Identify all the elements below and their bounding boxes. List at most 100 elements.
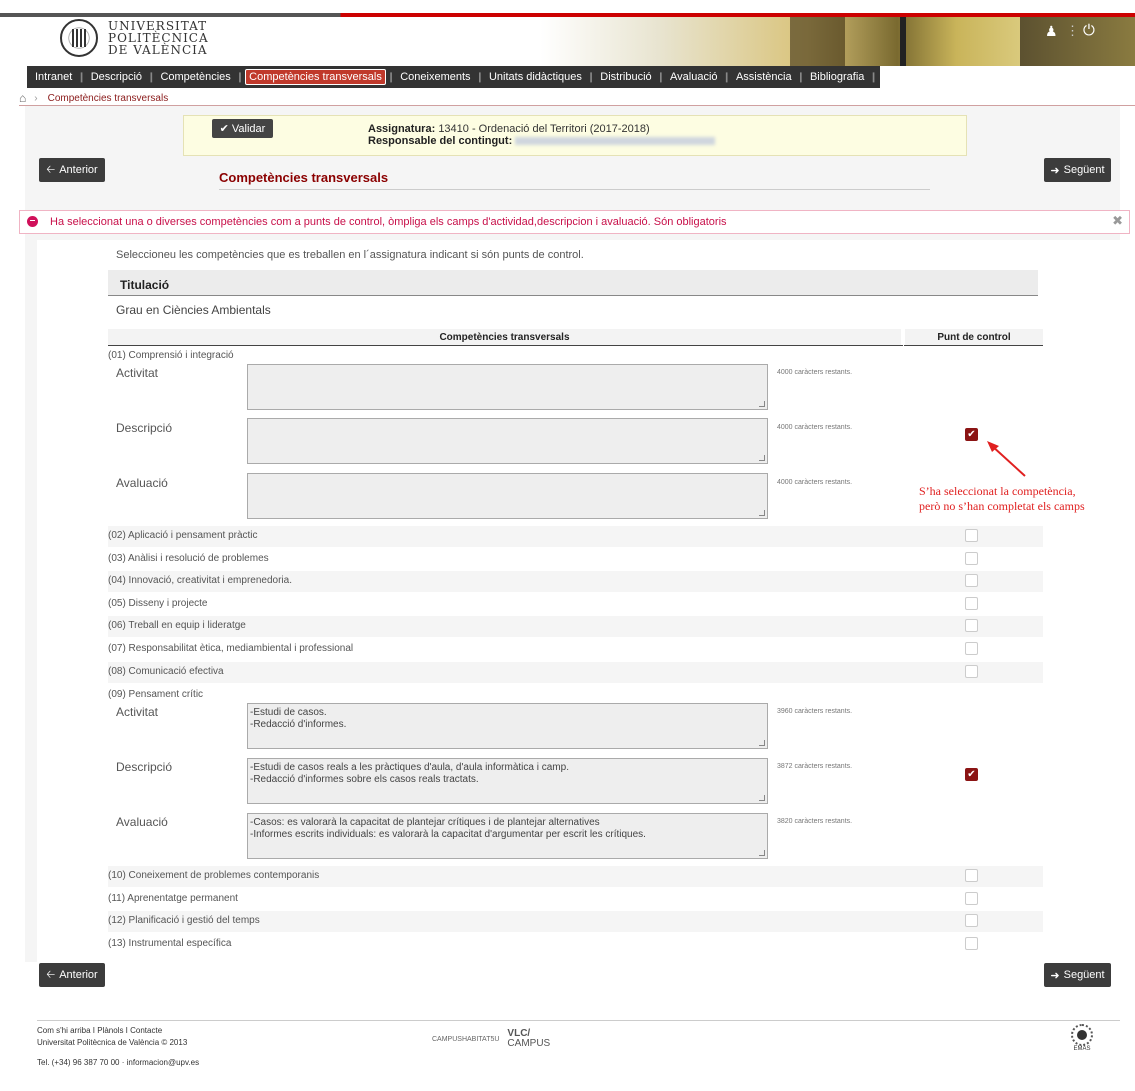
close-icon[interactable]: ✖ <box>1112 213 1123 229</box>
competence-row: (03) Anàlisi i resolució de problemes <box>108 549 1043 570</box>
column-header-competencies: Competències transversals <box>439 332 570 343</box>
breadcrumb-current[interactable]: Competències transversals <box>48 93 169 104</box>
menu-separator: ❙ <box>656 71 666 83</box>
menu-item-assist-ncia[interactable]: Assistència <box>732 71 796 83</box>
comp09-evaluation-remaining: 3820 caràcters restants. <box>777 818 853 825</box>
footer-divider <box>37 1020 1120 1021</box>
control-checkbox[interactable] <box>965 551 978 565</box>
validate-button[interactable]: ✔ Validar <box>212 119 273 138</box>
section-title: Competències transversals <box>219 170 389 185</box>
competence-row: (11) Aprenentatge permanent <box>108 889 1043 910</box>
menu-separator: ❙ <box>869 71 878 83</box>
menu-item-compet-ncies[interactable]: Competències <box>156 71 234 83</box>
activity-label: Activitat <box>116 705 159 719</box>
validation-alert: – Ha seleccionat una o diverses competèn… <box>19 210 1130 234</box>
menu-separator: ❙ <box>722 71 731 83</box>
previous-button-bottom[interactable]: 🡠 Anterior <box>39 963 105 987</box>
menu-separator: ❙ <box>147 71 156 83</box>
control-checkbox[interactable] <box>965 664 978 678</box>
menu-separator: ❙ <box>77 71 86 83</box>
column-header-control: Punt de control <box>937 332 1011 343</box>
footer-contact: Tel. (+34) 96 387 70 00 · informacion@up… <box>37 1058 200 1067</box>
footer-partners: CAMPUSHABITAT5U VLC/CAMPUS <box>432 1029 550 1049</box>
comp01-activity-textarea[interactable] <box>247 364 768 410</box>
control-checkbox[interactable] <box>965 891 978 905</box>
control-checkbox[interactable] <box>965 574 978 588</box>
menu-item-descripci-[interactable]: Descripció <box>87 71 146 83</box>
table-header: Competències transversals Punt de contro… <box>108 329 1043 346</box>
menu-separator: ❙ <box>475 71 484 83</box>
control-checkbox[interactable] <box>965 869 978 882</box>
competence-label: (13) Instrumental específica <box>108 937 232 949</box>
menu-separator: ❙ <box>796 71 805 83</box>
competence-01-label: (01) Comprensió i integració <box>108 350 234 361</box>
menu-item-coneixements[interactable]: Coneixements <box>396 71 474 83</box>
menu-item-avaluaci-[interactable]: Avaluació <box>666 71 722 83</box>
annotation-note: S’ha seleccionat la competència, però no… <box>919 484 1085 513</box>
competence-label: (10) Coneixement de problemes contempora… <box>108 870 320 881</box>
competence-row: (02) Aplicació i pensament pràctic <box>108 526 1043 547</box>
control-checkbox[interactable] <box>965 936 978 950</box>
subject-info: Assignatura: 13410 - Ordenació del Terri… <box>368 123 716 147</box>
control-checkbox[interactable] <box>965 642 978 655</box>
vlc-campus-logo[interactable]: VLC/CAMPUS <box>507 1029 550 1049</box>
next-button-bottom[interactable]: ➜ Següent <box>1044 963 1111 987</box>
menu-item-unitats-did-ctiques[interactable]: Unitats didàctiques <box>485 71 586 83</box>
menu-separator: ❙ <box>386 71 396 83</box>
arrow-right-icon: ➜ <box>1050 969 1060 982</box>
header: UNIVERSITAT POLITÈCNICA DE VALÈNCIA ♟ ⋮ … <box>0 0 1135 66</box>
university-name: UNIVERSITAT POLITÈCNICA DE VALÈNCIA <box>108 19 209 57</box>
competence-row: (10) Coneixement de problemes contempora… <box>108 866 1043 887</box>
comp01-activity-remaining: 4000 caràcters restants. <box>777 369 853 376</box>
menu-item-resum[interactable]: Resum <box>879 71 922 83</box>
menu-item-bibliografia[interactable]: Bibliografia <box>806 71 868 83</box>
menu-item-intranet[interactable]: Intranet <box>31 71 76 83</box>
comp01-control-checkbox[interactable]: ✔ <box>965 428 978 441</box>
home-icon[interactable]: ⌂ <box>19 91 26 105</box>
menu-separator: ❙ <box>586 71 596 83</box>
control-checkbox[interactable] <box>965 529 978 542</box>
user-icon[interactable]: ♟ <box>1045 23 1058 40</box>
subject-value: 13410 - Ordenació del Territori (2017-20… <box>438 123 650 135</box>
competence-label: (12) Planificació i gestió del temps <box>108 915 260 927</box>
footer-copyright: Universitat Politècnica de València © 20… <box>37 1038 188 1047</box>
competence-09-label: (09) Pensament crític <box>108 689 204 700</box>
competence-label: (08) Comunicació efectiva <box>108 665 224 677</box>
competence-row: (13) Instrumental específica <box>108 934 1043 955</box>
menu-item-compet-ncies-transversals[interactable]: Competències transversals <box>245 69 386 85</box>
control-checkbox[interactable] <box>965 914 978 928</box>
comp09-evaluation-textarea[interactable]: -Casos: es valorarà la capacitat de plan… <box>247 813 768 859</box>
subject-label: Assignatura: <box>368 123 436 135</box>
competence-label: (06) Treball en equip i lideratge <box>108 620 246 632</box>
competence-row: (04) Innovació, creativitat i emprenedor… <box>108 571 1043 593</box>
description-label: Descripció <box>116 760 173 774</box>
control-checkbox[interactable] <box>965 596 978 610</box>
competence-label: (05) Disseny i projecte <box>108 597 208 609</box>
comp01-description-textarea[interactable] <box>247 418 768 464</box>
campus-habitat-logo[interactable]: CAMPUSHABITAT5U <box>432 1036 499 1043</box>
comp01-description-remaining: 4000 caràcters restants. <box>777 424 853 431</box>
annotation-arrow-icon <box>987 441 1026 477</box>
comp01-evaluation-remaining: 4000 caràcters restants. <box>777 479 853 486</box>
titulacio-value: Grau en Ciències Ambientals <box>116 303 271 317</box>
comp09-description-remaining: 3872 caràcters restants. <box>777 763 853 770</box>
activity-label: Activitat <box>116 366 159 380</box>
power-icon[interactable]: ⏻ <box>1083 22 1095 39</box>
comp01-evaluation-textarea[interactable] <box>247 473 768 519</box>
comp09-description-textarea[interactable]: -Estudi de casos reals a les pràctiques … <box>247 758 768 804</box>
previous-button-top[interactable]: 🡠 Anterior <box>39 158 105 182</box>
responsible-value-redacted <box>515 137 716 146</box>
control-checkbox[interactable] <box>965 619 978 633</box>
university-seal-icon <box>60 19 98 57</box>
comp09-control-checkbox[interactable]: ✔ <box>965 768 978 781</box>
competence-label: (11) Aprenentatge permanent <box>108 892 238 904</box>
competence-label: (03) Anàlisi i resolució de problemes <box>108 552 269 564</box>
footer-links[interactable]: Com s'hi arriba I Plànols I Contacte <box>37 1025 199 1037</box>
titulacio-heading: Titulació <box>108 270 1038 296</box>
competence-row: (07) Responsabilitat ètica, mediambienta… <box>108 639 1043 660</box>
intro-text: Seleccioneu les competències que es treb… <box>116 249 584 261</box>
menu-item-distribuci-[interactable]: Distribució <box>596 71 655 83</box>
university-logo[interactable]: UNIVERSITAT POLITÈCNICA DE VALÈNCIA <box>60 17 260 61</box>
comp09-activity-textarea[interactable]: -Estudi de casos. -Redacció d'informes. <box>247 703 768 749</box>
next-button-top[interactable]: ➜ Següent <box>1044 158 1111 182</box>
